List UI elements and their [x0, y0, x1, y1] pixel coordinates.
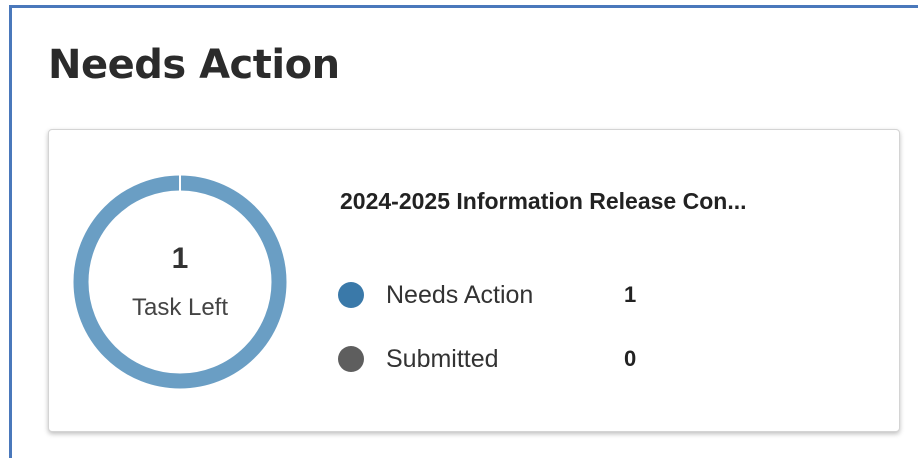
legend-row-needs-action: Needs Action 1	[338, 279, 718, 311]
submitted-dot-icon	[338, 346, 364, 372]
task-card[interactable]: 1 Task Left 2024-2025 Information Releas…	[48, 129, 900, 432]
legend-label: Submitted	[386, 345, 499, 373]
legend-row-submitted: Submitted 0	[338, 343, 718, 375]
donut-ring	[73, 175, 287, 389]
legend-value: 0	[624, 346, 637, 371]
progress-donut	[73, 174, 287, 389]
needs-action-dot-icon	[338, 282, 364, 308]
tasks-left-label: Task Left	[131, 294, 229, 321]
tasks-left-count: 1	[171, 242, 189, 275]
page-title: Needs Action	[48, 42, 340, 88]
legend-value: 1	[624, 282, 637, 307]
legend-label: Needs Action	[386, 281, 534, 309]
panel-frame: Needs Action 1 Task Left 2024-2025 Infor…	[9, 5, 918, 458]
task-title[interactable]: 2024-2025 Information Release Con...	[340, 188, 860, 215]
